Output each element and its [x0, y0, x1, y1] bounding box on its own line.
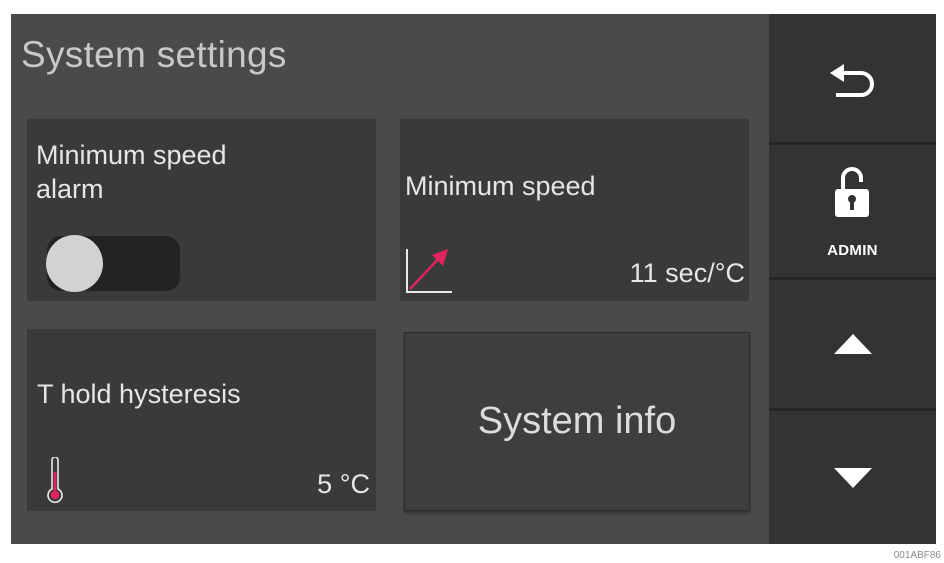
t-hold-hysteresis-label: T hold hysteresis: [37, 379, 241, 409]
back-button[interactable]: [769, 14, 936, 142]
ramp-arrow-icon: [406, 249, 452, 293]
back-arrow-icon: [829, 64, 874, 97]
min-speed-alarm-label: Minimum speed alarm: [36, 140, 227, 204]
figure-code: 001ABF86: [893, 550, 941, 561]
min-speed-tile[interactable]: Minimum speed 11 sec/°C: [400, 119, 749, 301]
scroll-down-button[interactable]: [769, 411, 936, 544]
system-info-label: System info: [477, 400, 677, 442]
page-title: System settings: [21, 34, 287, 75]
system-info-button[interactable]: System info: [404, 332, 750, 511]
thermometer-icon: [47, 457, 63, 504]
min-speed-value: 11 sec/°C: [629, 258, 745, 288]
admin-button[interactable]: ADMIN: [769, 145, 936, 277]
triangle-up-icon: [833, 334, 872, 354]
t-hold-hysteresis-value: 5 °C: [317, 469, 370, 499]
min-speed-alarm-toggle[interactable]: [46, 235, 180, 292]
min-speed-label: Minimum speed: [405, 171, 596, 201]
min-speed-alarm-tile: Minimum speed alarm: [27, 119, 376, 301]
device-screen: System settings Minimum speed alarm Mini…: [11, 14, 936, 544]
toggle-knob[interactable]: [46, 235, 103, 292]
admin-label: ADMIN: [827, 242, 878, 259]
unlocked-padlock-icon: [835, 167, 869, 217]
triangle-down-icon: [833, 467, 872, 488]
navigation-rail: ADMIN: [769, 14, 936, 544]
scroll-up-button[interactable]: [769, 280, 936, 408]
t-hold-hysteresis-tile[interactable]: T hold hysteresis 5 °C: [27, 329, 376, 511]
